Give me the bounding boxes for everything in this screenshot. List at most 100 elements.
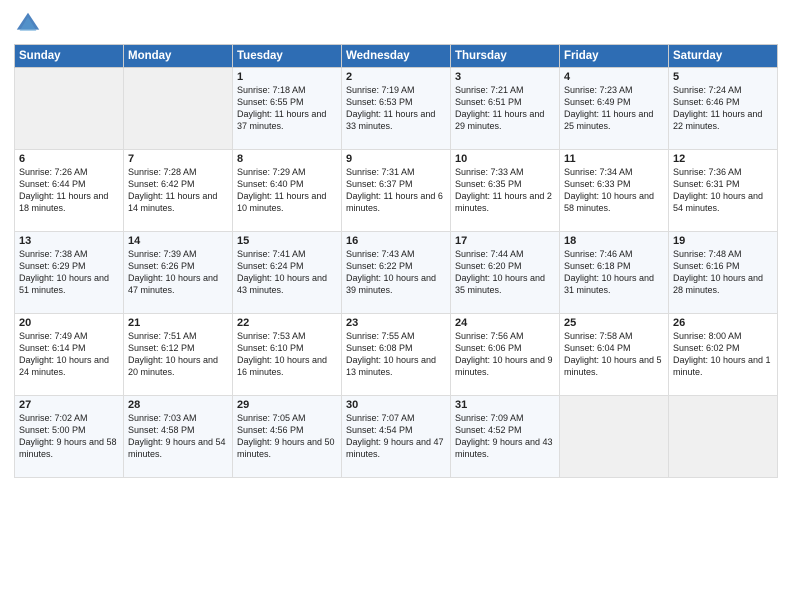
calendar-cell: 22Sunrise: 7:53 AM Sunset: 6:10 PM Dayli… [233,314,342,396]
calendar-cell [669,396,778,478]
day-number: 8 [237,153,337,165]
day-info: Sunrise: 7:33 AM Sunset: 6:35 PM Dayligh… [455,166,555,215]
day-number: 2 [346,71,446,83]
day-info: Sunrise: 7:36 AM Sunset: 6:31 PM Dayligh… [673,166,773,215]
calendar-week-2: 6Sunrise: 7:26 AM Sunset: 6:44 PM Daylig… [15,150,778,232]
calendar-cell: 11Sunrise: 7:34 AM Sunset: 6:33 PM Dayli… [560,150,669,232]
calendar-cell: 27Sunrise: 7:02 AM Sunset: 5:00 PM Dayli… [15,396,124,478]
calendar-cell: 12Sunrise: 7:36 AM Sunset: 6:31 PM Dayli… [669,150,778,232]
day-number: 1 [237,71,337,83]
header-row: Sunday Monday Tuesday Wednesday Thursday… [15,45,778,68]
day-info: Sunrise: 7:44 AM Sunset: 6:20 PM Dayligh… [455,248,555,297]
col-thursday: Thursday [451,45,560,68]
col-wednesday: Wednesday [342,45,451,68]
calendar-cell: 8Sunrise: 7:29 AM Sunset: 6:40 PM Daylig… [233,150,342,232]
day-info: Sunrise: 8:00 AM Sunset: 6:02 PM Dayligh… [673,330,773,379]
calendar-cell: 1Sunrise: 7:18 AM Sunset: 6:55 PM Daylig… [233,68,342,150]
calendar-cell: 16Sunrise: 7:43 AM Sunset: 6:22 PM Dayli… [342,232,451,314]
day-number: 17 [455,235,555,247]
calendar-header: Sunday Monday Tuesday Wednesday Thursday… [15,45,778,68]
col-tuesday: Tuesday [233,45,342,68]
logo [14,10,46,38]
calendar-cell: 14Sunrise: 7:39 AM Sunset: 6:26 PM Dayli… [124,232,233,314]
calendar-cell: 21Sunrise: 7:51 AM Sunset: 6:12 PM Dayli… [124,314,233,396]
day-info: Sunrise: 7:53 AM Sunset: 6:10 PM Dayligh… [237,330,337,379]
calendar-cell: 30Sunrise: 7:07 AM Sunset: 4:54 PM Dayli… [342,396,451,478]
day-info: Sunrise: 7:09 AM Sunset: 4:52 PM Dayligh… [455,412,555,461]
day-info: Sunrise: 7:31 AM Sunset: 6:37 PM Dayligh… [346,166,446,215]
col-sunday: Sunday [15,45,124,68]
calendar-cell: 26Sunrise: 8:00 AM Sunset: 6:02 PM Dayli… [669,314,778,396]
day-info: Sunrise: 7:48 AM Sunset: 6:16 PM Dayligh… [673,248,773,297]
day-number: 9 [346,153,446,165]
day-number: 7 [128,153,228,165]
calendar-week-1: 1Sunrise: 7:18 AM Sunset: 6:55 PM Daylig… [15,68,778,150]
calendar-cell: 3Sunrise: 7:21 AM Sunset: 6:51 PM Daylig… [451,68,560,150]
day-number: 18 [564,235,664,247]
day-info: Sunrise: 7:46 AM Sunset: 6:18 PM Dayligh… [564,248,664,297]
calendar-cell: 24Sunrise: 7:56 AM Sunset: 6:06 PM Dayli… [451,314,560,396]
day-number: 3 [455,71,555,83]
calendar-cell: 25Sunrise: 7:58 AM Sunset: 6:04 PM Dayli… [560,314,669,396]
day-info: Sunrise: 7:39 AM Sunset: 6:26 PM Dayligh… [128,248,228,297]
day-info: Sunrise: 7:23 AM Sunset: 6:49 PM Dayligh… [564,84,664,133]
day-number: 11 [564,153,664,165]
day-number: 28 [128,399,228,411]
calendar-week-3: 13Sunrise: 7:38 AM Sunset: 6:29 PM Dayli… [15,232,778,314]
header [14,10,778,38]
day-number: 23 [346,317,446,329]
day-info: Sunrise: 7:02 AM Sunset: 5:00 PM Dayligh… [19,412,119,461]
day-info: Sunrise: 7:19 AM Sunset: 6:53 PM Dayligh… [346,84,446,133]
day-info: Sunrise: 7:38 AM Sunset: 6:29 PM Dayligh… [19,248,119,297]
calendar-cell: 28Sunrise: 7:03 AM Sunset: 4:58 PM Dayli… [124,396,233,478]
calendar-cell: 20Sunrise: 7:49 AM Sunset: 6:14 PM Dayli… [15,314,124,396]
calendar-cell: 17Sunrise: 7:44 AM Sunset: 6:20 PM Dayli… [451,232,560,314]
calendar-cell: 29Sunrise: 7:05 AM Sunset: 4:56 PM Dayli… [233,396,342,478]
day-info: Sunrise: 7:24 AM Sunset: 6:46 PM Dayligh… [673,84,773,133]
calendar-cell [124,68,233,150]
calendar-cell: 9Sunrise: 7:31 AM Sunset: 6:37 PM Daylig… [342,150,451,232]
day-info: Sunrise: 7:18 AM Sunset: 6:55 PM Dayligh… [237,84,337,133]
day-number: 4 [564,71,664,83]
day-number: 13 [19,235,119,247]
day-number: 24 [455,317,555,329]
logo-icon [14,10,42,38]
col-monday: Monday [124,45,233,68]
calendar-cell: 4Sunrise: 7:23 AM Sunset: 6:49 PM Daylig… [560,68,669,150]
day-info: Sunrise: 7:49 AM Sunset: 6:14 PM Dayligh… [19,330,119,379]
day-number: 25 [564,317,664,329]
day-info: Sunrise: 7:55 AM Sunset: 6:08 PM Dayligh… [346,330,446,379]
day-info: Sunrise: 7:28 AM Sunset: 6:42 PM Dayligh… [128,166,228,215]
calendar-cell: 7Sunrise: 7:28 AM Sunset: 6:42 PM Daylig… [124,150,233,232]
day-info: Sunrise: 7:41 AM Sunset: 6:24 PM Dayligh… [237,248,337,297]
calendar-cell: 15Sunrise: 7:41 AM Sunset: 6:24 PM Dayli… [233,232,342,314]
day-number: 6 [19,153,119,165]
day-number: 22 [237,317,337,329]
day-info: Sunrise: 7:43 AM Sunset: 6:22 PM Dayligh… [346,248,446,297]
calendar-cell: 10Sunrise: 7:33 AM Sunset: 6:35 PM Dayli… [451,150,560,232]
day-number: 29 [237,399,337,411]
day-number: 5 [673,71,773,83]
calendar-cell [15,68,124,150]
day-info: Sunrise: 7:26 AM Sunset: 6:44 PM Dayligh… [19,166,119,215]
calendar-cell [560,396,669,478]
day-number: 20 [19,317,119,329]
day-number: 21 [128,317,228,329]
day-number: 14 [128,235,228,247]
day-info: Sunrise: 7:21 AM Sunset: 6:51 PM Dayligh… [455,84,555,133]
day-info: Sunrise: 7:56 AM Sunset: 6:06 PM Dayligh… [455,330,555,379]
calendar-cell: 31Sunrise: 7:09 AM Sunset: 4:52 PM Dayli… [451,396,560,478]
calendar-cell: 13Sunrise: 7:38 AM Sunset: 6:29 PM Dayli… [15,232,124,314]
calendar-cell: 5Sunrise: 7:24 AM Sunset: 6:46 PM Daylig… [669,68,778,150]
day-number: 10 [455,153,555,165]
day-info: Sunrise: 7:03 AM Sunset: 4:58 PM Dayligh… [128,412,228,461]
day-number: 31 [455,399,555,411]
calendar-cell: 6Sunrise: 7:26 AM Sunset: 6:44 PM Daylig… [15,150,124,232]
day-info: Sunrise: 7:07 AM Sunset: 4:54 PM Dayligh… [346,412,446,461]
col-friday: Friday [560,45,669,68]
day-info: Sunrise: 7:34 AM Sunset: 6:33 PM Dayligh… [564,166,664,215]
day-number: 19 [673,235,773,247]
calendar-cell: 19Sunrise: 7:48 AM Sunset: 6:16 PM Dayli… [669,232,778,314]
calendar-week-4: 20Sunrise: 7:49 AM Sunset: 6:14 PM Dayli… [15,314,778,396]
calendar-cell: 23Sunrise: 7:55 AM Sunset: 6:08 PM Dayli… [342,314,451,396]
